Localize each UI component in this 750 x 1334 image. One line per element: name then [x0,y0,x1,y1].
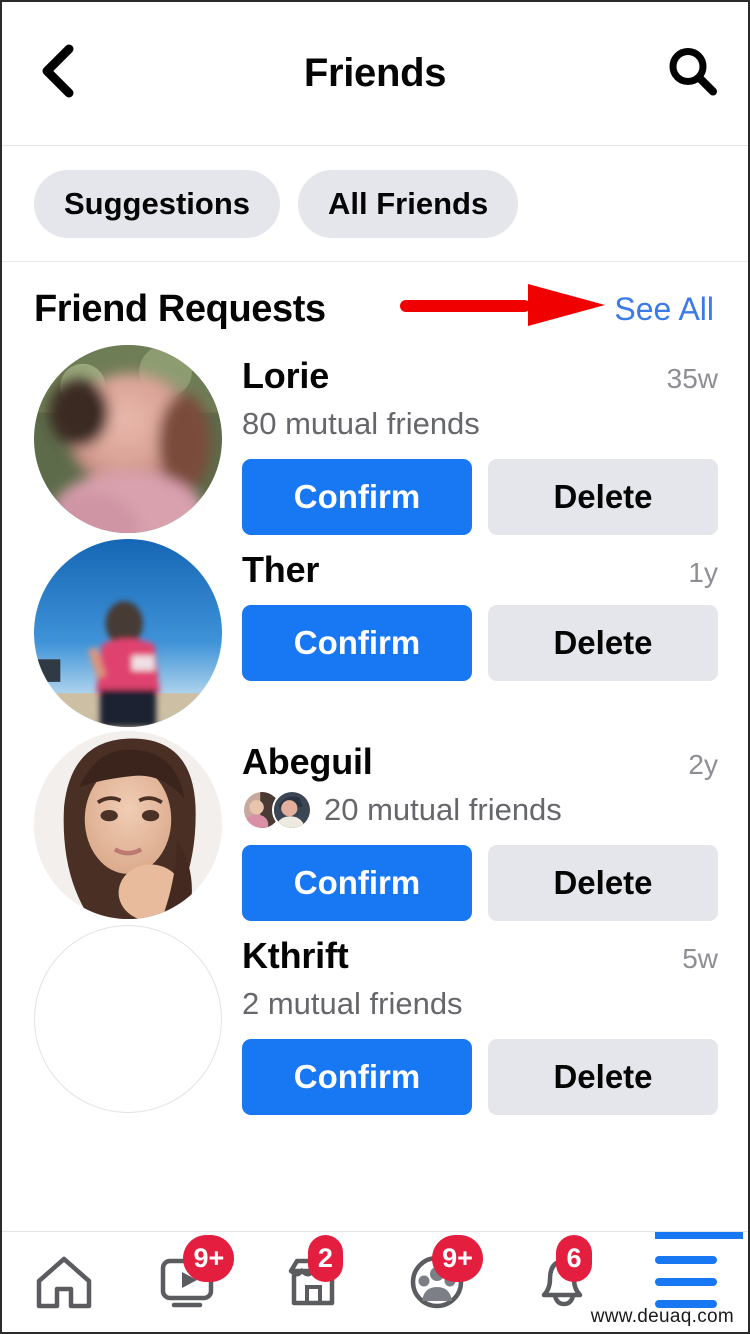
watermark: www.deuaq.com [590,1306,734,1327]
video-icon: 9+ [157,1235,235,1311]
mutual-friends-row: 80 mutual friends [242,403,718,445]
mutual-friend-avatars [242,790,312,830]
avatar[interactable] [34,539,222,727]
groups-icon: 9+ [406,1235,483,1311]
chip-all-friends[interactable]: All Friends [298,169,519,238]
delete-button[interactable]: Delete [488,1039,718,1115]
request-time: 1y [688,557,718,588]
request-top: Ther 1y [242,549,718,591]
active-tab-indicator [654,1232,743,1239]
request-name[interactable]: Kthrift [242,935,349,977]
home-icon [33,1253,95,1311]
phone-screen: Friends Suggestions All Friends Friend R… [0,0,750,1334]
request-actions: Confirm Delete [242,459,718,535]
avatar[interactable] [34,731,222,919]
friend-request-row: Abeguil 2y 20 mutual friends Confirm Del… [2,727,748,921]
friend-requests-list: Lorie 35w 80 mutual friends Confirm Dele… [2,341,748,1231]
request-time: 5w [682,943,718,974]
request-time: 35w [666,363,718,394]
request-top: Abeguil 2y [242,741,718,783]
search-button[interactable] [664,43,720,104]
request-time: 2y [688,749,718,780]
request-name[interactable]: Abeguil [242,741,373,783]
request-body: Lorie 35w 80 mutual friends Confirm Dele… [242,345,718,535]
bell-icon: 6 [530,1235,592,1311]
request-top: Kthrift 5w [242,935,718,977]
mutual-friend-avatar [272,790,312,830]
request-actions: Confirm Delete [242,605,718,681]
marketplace-icon: 2 [282,1235,344,1311]
friend-request-row: Lorie 35w 80 mutual friends Confirm Dele… [2,341,748,535]
mutual-friends-row: 20 mutual friends [242,789,718,831]
badge-groups: 9+ [432,1235,483,1282]
bottom-navigation: 9+ 2 9+ 6 www.deuaq.com [2,1231,748,1332]
confirm-button[interactable]: Confirm [242,1039,472,1115]
request-actions: Confirm Delete [242,845,718,921]
nav-item-home[interactable] [2,1232,126,1332]
nav-item-groups[interactable]: 9+ [375,1232,499,1332]
delete-button[interactable]: Delete [488,605,718,681]
see-all-link[interactable]: See All [614,291,718,328]
friend-requests-header: Friend Requests See All [2,262,748,341]
request-body: Kthrift 5w 2 mutual friends Confirm Dele… [242,925,718,1115]
mutual-friends-text: 2 mutual friends [242,986,463,1021]
nav-item-video[interactable]: 9+ [126,1232,250,1332]
request-actions: Confirm Delete [242,1039,718,1115]
request-body: Ther 1y Confirm Delete [242,539,718,727]
mutual-friends-text: 20 mutual friends [324,792,562,827]
friend-request-row: Ther 1y Confirm Delete [2,535,748,727]
request-top: Lorie 35w [242,355,718,397]
request-name[interactable]: Lorie [242,355,329,397]
friend-request-row: Kthrift 5w 2 mutual friends Confirm Dele… [2,921,748,1115]
annotation-arrow-icon [400,280,610,330]
search-icon [664,43,720,104]
filter-chip-row: Suggestions All Friends [2,146,748,262]
confirm-button[interactable]: Confirm [242,605,472,681]
request-name[interactable]: Ther [242,549,319,591]
app-header: Friends [2,2,748,146]
page-title: Friends [303,51,447,95]
delete-button[interactable]: Delete [488,845,718,921]
chip-suggestions[interactable]: Suggestions [34,169,281,238]
confirm-button[interactable]: Confirm [242,459,472,535]
menu-icon [654,1256,717,1308]
badge-notifications: 6 [556,1235,592,1282]
nav-item-marketplace[interactable]: 2 [251,1232,375,1332]
request-body: Abeguil 2y 20 mutual friends Confirm Del… [242,731,718,921]
mutual-friends-text: 80 mutual friends [242,406,480,441]
avatar[interactable] [34,345,222,533]
section-title: Friend Requests [34,288,326,330]
confirm-button[interactable]: Confirm [242,845,472,921]
mutual-friends-row: 2 mutual friends [242,983,718,1025]
badge-video: 9+ [183,1235,235,1282]
badge-marketplace: 2 [307,1235,343,1282]
avatar[interactable] [34,925,222,1113]
delete-button[interactable]: Delete [488,459,718,535]
